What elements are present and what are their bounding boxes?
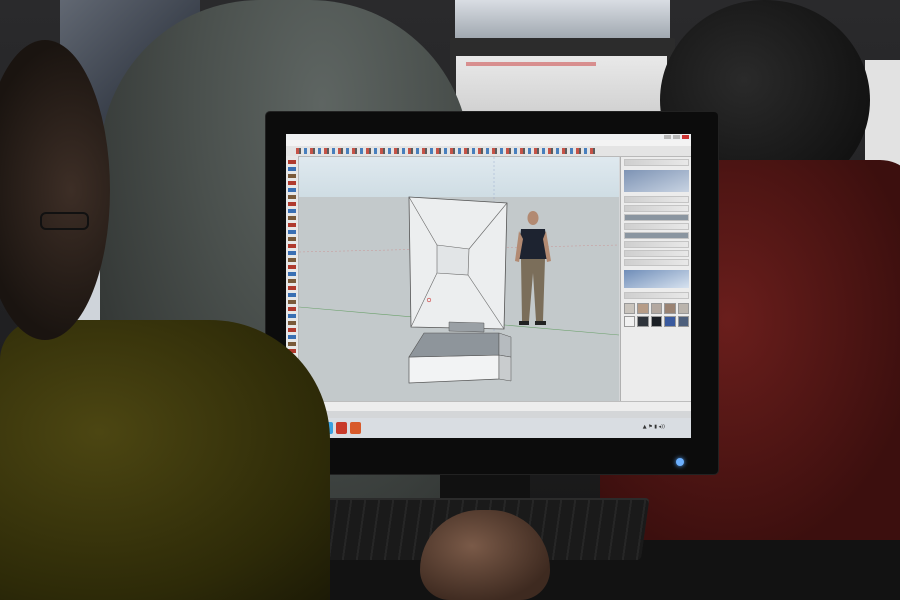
material-swatch-grid[interactable]: [624, 303, 689, 327]
cabinet-base-top: [408, 332, 500, 358]
sketchup-icon[interactable]: [336, 422, 347, 434]
toolbar-icons[interactable]: [296, 148, 596, 154]
eyeglasses: [40, 212, 89, 230]
material-preview: [624, 270, 689, 288]
close-button[interactable]: [682, 135, 689, 139]
material-swatch[interactable]: [650, 316, 663, 327]
tray-row[interactable]: [624, 214, 689, 221]
tray-row[interactable]: [624, 159, 689, 166]
material-swatch[interactable]: [677, 316, 689, 327]
monitor: ▲ ⚑ ▮ ◂)): [266, 112, 718, 474]
scale-figure: [515, 211, 551, 325]
material-swatch[interactable]: [637, 303, 649, 314]
material-swatch[interactable]: [637, 316, 649, 327]
tray-row[interactable]: [624, 250, 689, 257]
tray-row[interactable]: [624, 205, 689, 212]
monitor-screen: ▲ ⚑ ▮ ◂)): [286, 134, 691, 438]
default-tray-panel[interactable]: [620, 157, 691, 401]
cabinet-inner-face: [436, 244, 470, 276]
cabinet-model: [408, 196, 512, 384]
figure-right-shoe: [535, 321, 546, 325]
material-swatch[interactable]: [677, 303, 689, 314]
app-icon[interactable]: [350, 422, 361, 434]
power-led[interactable]: [676, 458, 684, 466]
material-swatch[interactable]: [650, 303, 663, 314]
cabinet-support: [448, 321, 485, 333]
tray-row[interactable]: [624, 223, 689, 230]
tray-row[interactable]: [624, 292, 689, 299]
background-monitor: [450, 38, 675, 118]
figure-head: [527, 211, 539, 225]
cabinet-base-front: [408, 354, 500, 384]
material-swatch[interactable]: [624, 303, 636, 314]
model-drawing[interactable]: [299, 157, 619, 401]
tray-row[interactable]: [624, 259, 689, 266]
figure-left-shoe: [519, 321, 529, 325]
background-monitor-screen: [456, 56, 667, 118]
window-controls: [664, 135, 689, 139]
material-swatch[interactable]: [664, 316, 676, 327]
status-bar: [286, 401, 691, 411]
person-in-yellow-shirt: [0, 320, 330, 600]
material-swatch[interactable]: [624, 316, 636, 327]
main-toolbar[interactable]: [286, 146, 691, 157]
tray-row[interactable]: [624, 196, 689, 203]
figure-trousers: [521, 259, 545, 321]
maximize-button[interactable]: [673, 135, 680, 139]
window: [455, 0, 670, 40]
windows-taskbar: ▲ ⚑ ▮ ◂)): [286, 418, 691, 438]
figure-shirt: [518, 229, 548, 259]
system-tray-icons[interactable]: ▲ ⚑ ▮ ◂)): [643, 424, 665, 430]
material-swatch[interactable]: [664, 303, 676, 314]
3d-viewport[interactable]: [299, 157, 619, 401]
tray-row[interactable]: [624, 241, 689, 248]
tray-row[interactable]: [624, 232, 689, 239]
entity-info-preview: [624, 170, 689, 192]
minimize-button[interactable]: [664, 135, 671, 139]
